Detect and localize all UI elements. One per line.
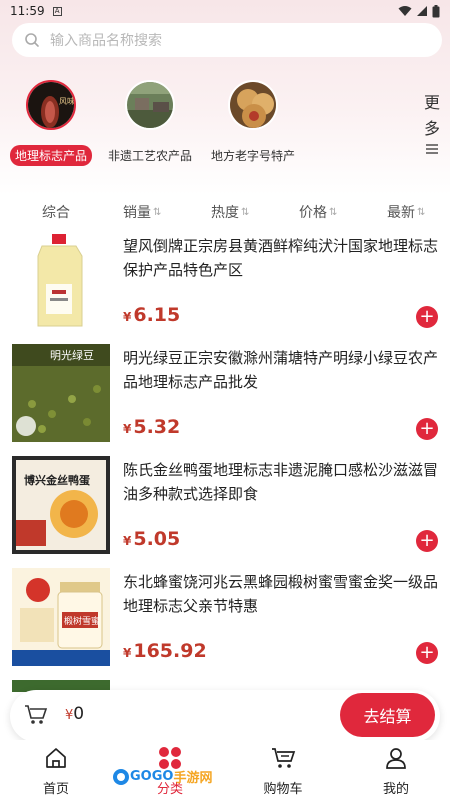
add-to-cart-plus-icon[interactable]: + <box>416 418 438 440</box>
battery-icon <box>432 4 440 17</box>
price-value: 5.05 <box>133 528 181 550</box>
price-currency: ¥ <box>123 534 132 548</box>
status-icons <box>398 4 440 18</box>
watermark-logo-icon <box>113 768 129 785</box>
tab-label: 我的 <box>382 782 409 797</box>
product-item[interactable]: 椴树雪蜜 东北蜂蜜饶河兆云黑蜂园椴树蜜雪蜜金奖一级品地理标志父亲节特惠 ¥165… <box>0 568 450 678</box>
sort-price[interactable]: 价格 ⇅ <box>299 202 338 222</box>
product-price: ¥165.92 <box>123 640 207 662</box>
sort-comprehensive[interactable]: 综合 <box>42 202 70 222</box>
category-time-honored[interactable]: 地方老字号特产 <box>206 80 300 166</box>
sort-label: 销量 <box>123 205 151 221</box>
sort-arrows-icon: ⇅ <box>241 206 250 218</box>
sort-label: 综合 <box>42 205 70 221</box>
cart-summary-bar[interactable]: ¥0 去结算 <box>10 690 440 742</box>
watermark-text: GOGO <box>130 769 174 784</box>
cart-total: ¥0 <box>65 704 84 724</box>
add-to-cart-plus-icon[interactable]: + <box>416 642 438 664</box>
category-image-village <box>125 80 175 130</box>
tab-cart[interactable]: 购物车 <box>243 744 323 797</box>
more-label-char: 多 <box>423 119 440 138</box>
sort-bar: 综合 销量 ⇅ 热度 ⇅ 价格 ⇅ 最新 ⇅ <box>0 196 450 226</box>
watermark-text-cn: 手游网 <box>173 771 213 786</box>
product-image-text: 博兴金丝鸭蛋 <box>24 473 91 487</box>
search-bar[interactable]: 输入商品名称搜索 <box>12 23 442 57</box>
category-image-ham: 风味腊 <box>26 80 76 130</box>
sort-sales[interactable]: 销量 ⇅ <box>123 202 162 222</box>
status-bar: 11:59 A <box>0 0 450 22</box>
price-value: 5.32 <box>133 416 181 438</box>
tab-label: 首页 <box>42 782 69 797</box>
product-image-text: 椴树雪蜜 <box>64 615 100 627</box>
sort-arrows-icon: ⇅ <box>417 206 426 218</box>
more-label-char: 更 <box>423 93 440 112</box>
category-label: 非遗工艺农产品 <box>108 149 193 163</box>
sort-newest[interactable]: 最新 ⇅ <box>387 202 426 222</box>
product-image-honey: 椴树雪蜜 <box>12 568 110 666</box>
sort-arrows-icon: ⇅ <box>329 206 338 218</box>
product-price: ¥6.15 <box>123 304 180 326</box>
product-image-duck-eggs: 博兴金丝鸭蛋 <box>12 456 110 554</box>
product-image-mung-beans: 明光绿豆 <box>12 344 110 442</box>
category-heritage-crafts[interactable]: 非遗工艺农产品 <box>103 80 197 166</box>
price-value: 165.92 <box>133 640 207 662</box>
search-placeholder: 输入商品名称搜索 <box>50 33 162 49</box>
product-title: 陈氏金丝鸭蛋地理标志非遗泥腌口感松沙滋滋冒油多种款式选择即食 <box>123 461 439 503</box>
home-icon <box>46 748 66 768</box>
tab-label: 购物车 <box>263 782 303 797</box>
filter-lines-icon <box>426 144 438 154</box>
product-item[interactable]: 望风倒牌正宗房县黄酒鲜榨纯汱汁国家地理标志保护产品特色产区 ¥6.15 + <box>0 232 450 342</box>
more-categories-button[interactable]: 更 多 <box>422 90 442 156</box>
sim-icon: A <box>52 6 62 16</box>
shopping-cart-icon <box>272 748 296 768</box>
price-currency: ¥ <box>123 646 132 660</box>
tab-home[interactable]: 首页 <box>16 744 96 797</box>
product-price: ¥5.32 <box>123 416 180 438</box>
category-geo-products[interactable]: 风味腊 地理标志产品 <box>10 80 93 166</box>
product-image-text: 明光绿豆 <box>50 348 94 362</box>
sort-popularity[interactable]: 热度 ⇅ <box>211 202 250 222</box>
sort-label: 价格 <box>299 205 327 221</box>
category-image-pastry <box>228 80 278 130</box>
watermark-logo: GOGO 手游网 <box>112 767 212 786</box>
product-title: 东北蜂蜜饶河兆云黑蜂园椴树蜜雪蜜金奖一级品地理标志父亲节特惠 <box>123 573 439 615</box>
category-label: 地理标志产品 <box>10 145 93 166</box>
category-image-text: 风味腊 <box>59 96 76 106</box>
status-time: 11:59 <box>10 4 45 18</box>
product-item[interactable]: 明光绿豆 明光绿豆正宗安徽滁州蒲塘特产明绿小绿豆农产品地理标志产品批发 ¥5.3… <box>0 344 450 454</box>
product-price: ¥5.05 <box>123 528 180 550</box>
sort-arrows-icon: ⇅ <box>153 206 162 218</box>
product-title: 明光绿豆正宗安徽滁州蒲塘特产明绿小绿豆农产品地理标志产品批发 <box>123 349 439 391</box>
add-to-cart-plus-icon[interactable]: + <box>416 530 438 552</box>
price-currency: ¥ <box>123 422 132 436</box>
price-currency: ¥ <box>123 310 132 324</box>
category-label: 地方老字号特产 <box>211 149 296 163</box>
user-icon <box>386 748 406 769</box>
search-icon <box>25 33 39 47</box>
sort-label: 最新 <box>387 205 415 221</box>
category-row: 风味腊 地理标志产品 非遗工艺农产品 地方老字号特产 更 多 <box>0 80 450 180</box>
price-value: 6.15 <box>133 304 181 326</box>
signal-icon <box>417 6 427 16</box>
bottom-tab-bar: 首页 分类 购物车 我的 <box>0 740 450 800</box>
product-item[interactable]: 博兴金丝鸭蛋 陈氏金丝鸭蛋地理标志非遗泥腌口感松沙滋滋冒油多种款式选择即食 ¥5… <box>0 456 450 566</box>
checkout-button[interactable]: 去结算 <box>340 693 435 737</box>
add-to-cart-plus-icon[interactable]: + <box>416 306 438 328</box>
wifi-icon <box>398 6 412 16</box>
sort-label: 热度 <box>211 205 239 221</box>
product-image-wine <box>12 232 110 330</box>
cart-total-value: 0 <box>73 704 85 724</box>
cart-icon <box>25 705 48 724</box>
product-title: 望风倒牌正宗房县黄酒鲜榨纯汱汁国家地理标志保护产品特色产区 <box>123 237 439 279</box>
tab-mine[interactable]: 我的 <box>356 744 436 797</box>
